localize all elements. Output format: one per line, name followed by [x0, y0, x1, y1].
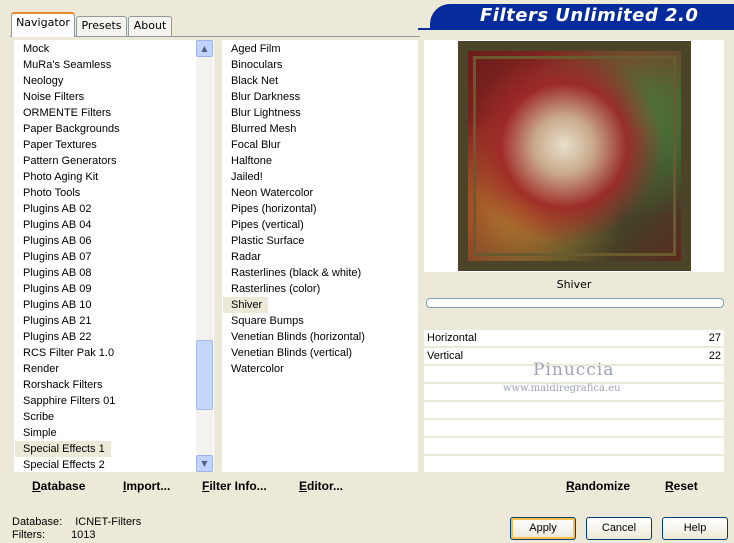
status-database: Database: ICNET-Filters	[12, 516, 141, 528]
param-row-horizontal[interactable]: Horizontal 27	[424, 330, 724, 347]
category-item[interactable]: Special Effects 2	[15, 457, 213, 471]
category-item[interactable]: Noise Filters	[15, 89, 213, 105]
filter-item[interactable]: Square Bumps	[223, 313, 417, 329]
filter-item[interactable]: Aged Film	[223, 41, 417, 57]
category-item[interactable]: Plugins AB 04	[15, 217, 213, 233]
preview-image	[458, 41, 691, 271]
filter-item[interactable]: Watercolor	[223, 361, 417, 377]
category-item[interactable]: Photo Tools	[15, 185, 213, 201]
category-item[interactable]: Sapphire Filters 01	[15, 393, 213, 409]
filter-item[interactable]: Blur Darkness	[223, 89, 417, 105]
filter-item[interactable]: Rasterlines (black & white)	[223, 265, 417, 281]
category-item[interactable]: Special Effects 1	[15, 441, 111, 457]
watermark-url: www.maidiregrafica.eu	[503, 383, 621, 394]
param-row-empty	[424, 456, 724, 473]
filter-list[interactable]: Aged Film Binoculars Black Net Blur Darknes…	[222, 40, 418, 472]
scroll-down-icon[interactable]: ▼	[196, 455, 213, 472]
tab-about[interactable]: About	[128, 16, 172, 36]
category-item[interactable]: MuRa's Seamless	[15, 57, 213, 73]
param-value: 27	[708, 332, 721, 344]
category-item[interactable]: Plugins AB 06	[15, 233, 213, 249]
filter-item[interactable]: Rasterlines (color)	[223, 281, 417, 297]
filter-info-button[interactable]: Filter Info...	[202, 479, 267, 493]
category-item[interactable]: Mock	[15, 41, 213, 57]
filter-item[interactable]: Pipes (vertical)	[223, 217, 417, 233]
filter-item[interactable]: Neon Watercolor	[223, 185, 417, 201]
filter-item[interactable]: Binoculars	[223, 57, 417, 73]
param-row-empty	[424, 438, 724, 455]
category-item[interactable]: Simple	[15, 425, 213, 441]
filter-item[interactable]: Blurred Mesh	[223, 121, 417, 137]
filter-item[interactable]: Jailed!	[223, 169, 417, 185]
category-item[interactable]: Plugins AB 21	[15, 313, 213, 329]
cancel-button[interactable]: Cancel	[586, 517, 652, 540]
banner-underline	[418, 28, 734, 30]
category-item[interactable]: Paper Backgrounds	[15, 121, 213, 137]
help-button[interactable]: Help	[662, 517, 728, 540]
filter-item[interactable]: Halftone	[223, 153, 417, 169]
category-scrollbar[interactable]: ▲ ▼	[196, 40, 213, 472]
filter-item[interactable]: Plastic Surface	[223, 233, 417, 249]
status-database-label: Database:	[12, 516, 63, 528]
reset-button[interactable]: Reset	[665, 479, 698, 493]
filter-item[interactable]: Shiver	[223, 297, 269, 313]
category-item[interactable]: Photo Aging Kit	[15, 169, 213, 185]
app-banner: Filters Unlimited 2.0	[430, 4, 734, 28]
filter-item[interactable]: Blur Lightness	[223, 105, 417, 121]
param-row-empty	[424, 420, 724, 437]
category-list[interactable]: Mock MuRa's Seamless Neology Noise Filters O…	[14, 40, 214, 472]
apply-button[interactable]: Apply	[510, 517, 576, 540]
category-item[interactable]: Render	[15, 361, 213, 377]
filter-item[interactable]: Black Net	[223, 73, 417, 89]
filter-item[interactable]: Radar	[223, 249, 417, 265]
category-item[interactable]: Scribe	[15, 409, 213, 425]
parameter-slider[interactable]	[426, 298, 724, 308]
param-row-empty	[424, 402, 724, 419]
category-item[interactable]: Plugins AB 10	[15, 297, 213, 313]
filter-item[interactable]: Venetian Blinds (vertical)	[223, 345, 417, 361]
tab-navigator[interactable]: Navigator	[11, 12, 75, 37]
param-label: Vertical	[427, 350, 464, 362]
category-item[interactable]: RCS Filter Pak 1.0	[15, 345, 213, 361]
status-filters: Filters: 1013	[12, 529, 96, 541]
scroll-thumb[interactable]	[196, 340, 213, 410]
category-item[interactable]: Paper Textures	[15, 137, 213, 153]
category-item[interactable]: Plugins AB 07	[15, 249, 213, 265]
filter-item[interactable]: Venetian Blinds (horizontal)	[223, 329, 417, 345]
filter-item[interactable]: Focal Blur	[223, 137, 417, 153]
category-item[interactable]: Plugins AB 02	[15, 201, 213, 217]
randomize-button[interactable]: Randomize	[566, 479, 630, 493]
editor-button[interactable]: Editor...	[299, 479, 343, 493]
tab-presets[interactable]: Presets	[76, 16, 127, 36]
category-item[interactable]: Plugins AB 08	[15, 265, 213, 281]
scroll-up-icon[interactable]: ▲	[196, 40, 213, 57]
category-item[interactable]: Plugins AB 09	[15, 281, 213, 297]
category-item[interactable]: ORMENTE Filters	[15, 105, 213, 121]
status-database-value: ICNET-Filters	[75, 516, 142, 528]
database-button[interactable]: Database	[32, 479, 85, 493]
category-item[interactable]: Pattern Generators	[15, 153, 213, 169]
category-item[interactable]: Plugins AB 22	[15, 329, 213, 345]
category-item[interactable]: Neology	[15, 73, 213, 89]
param-label: Horizontal	[427, 332, 477, 344]
param-value: 22	[708, 350, 721, 362]
filter-item[interactable]: Pipes (horizontal)	[223, 201, 417, 217]
category-item[interactable]: Rorshack Filters	[15, 377, 213, 393]
import-button[interactable]: Import...	[123, 479, 170, 493]
watermark-name: Pinuccia	[533, 360, 615, 380]
status-filters-label: Filters:	[12, 529, 45, 541]
status-filters-value: 1013	[71, 529, 96, 541]
preview-filter-name: Shiver	[424, 274, 724, 296]
